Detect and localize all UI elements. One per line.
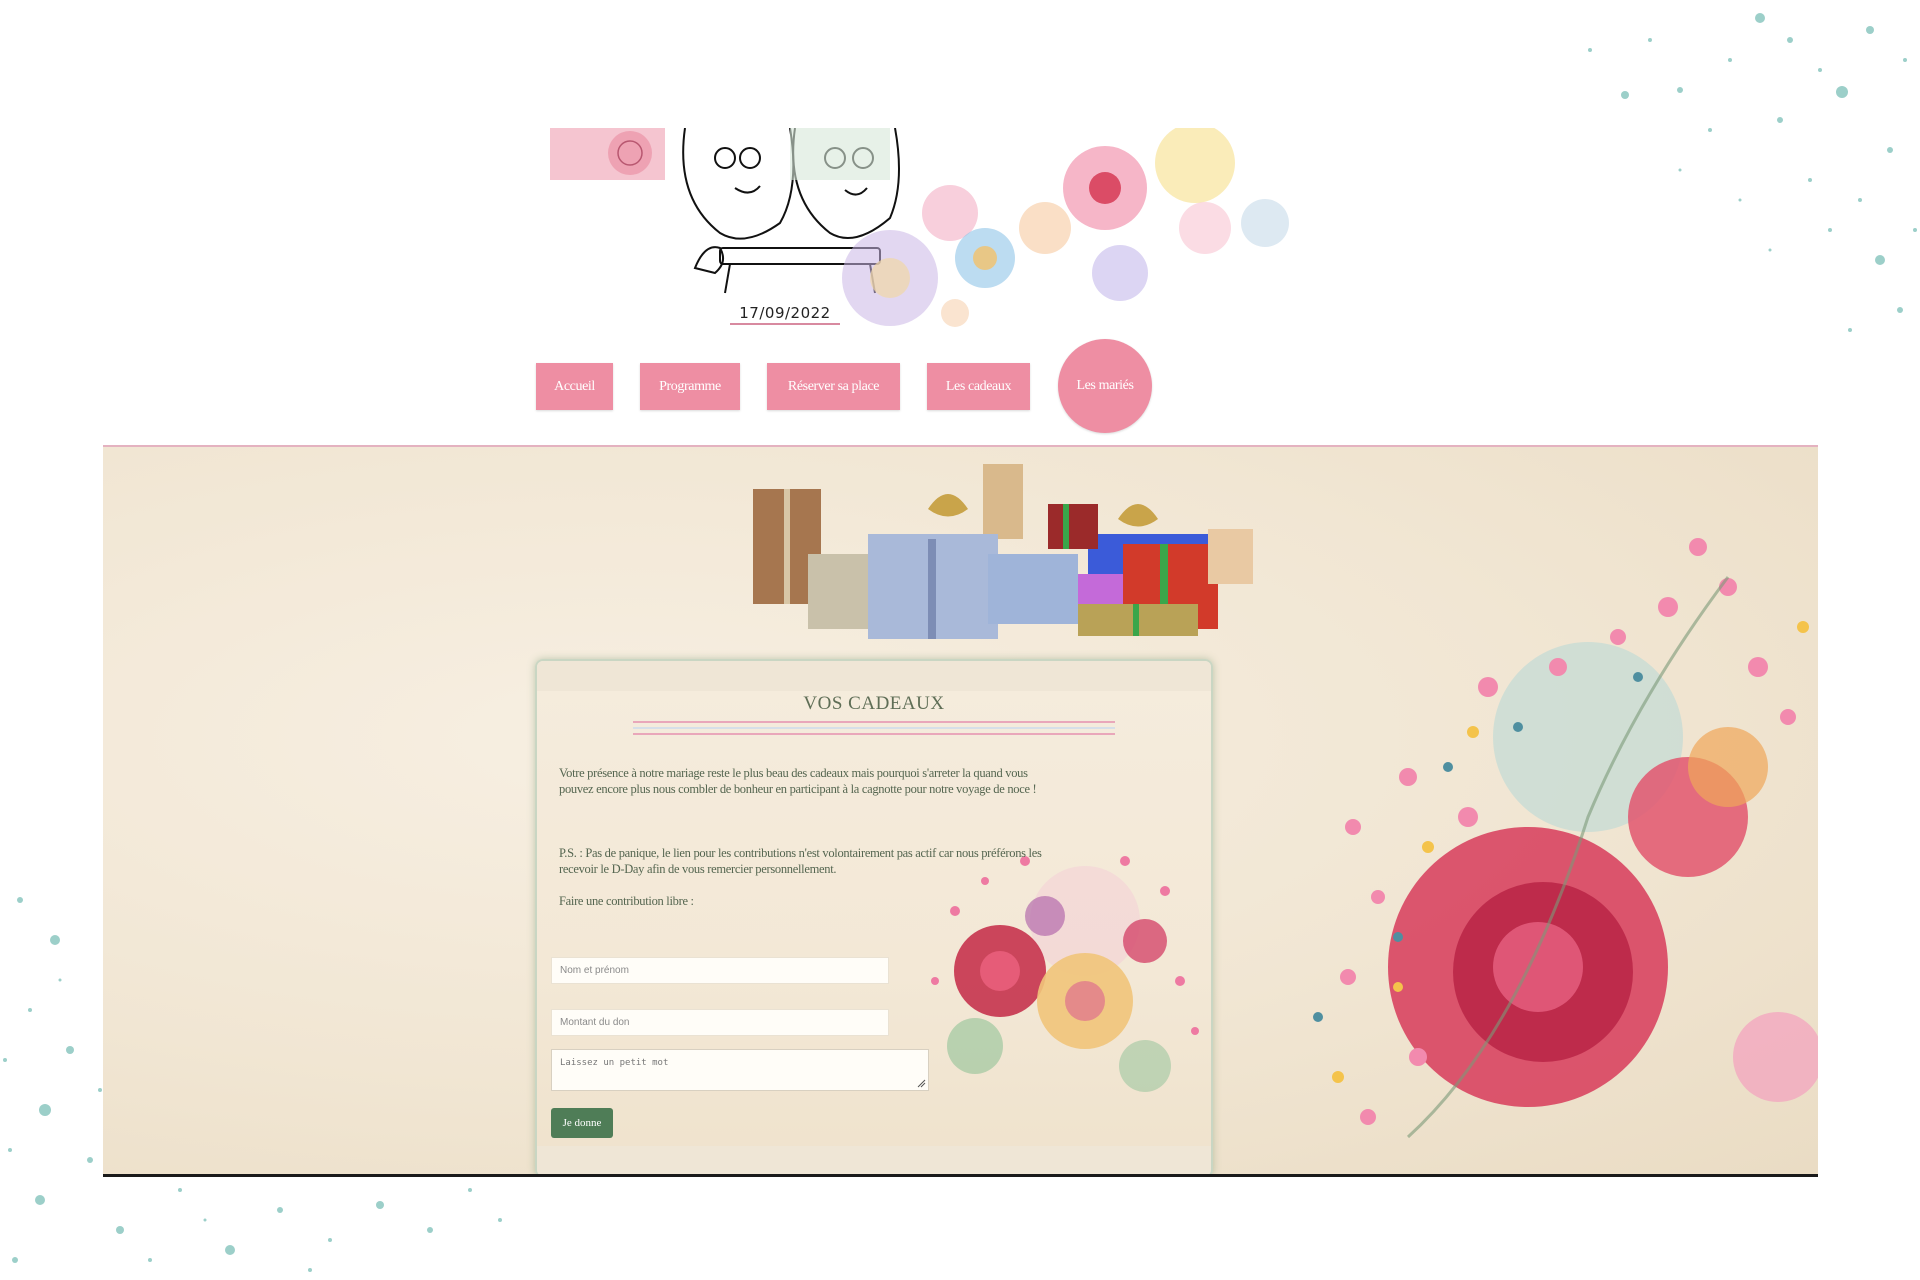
nav-item-maries[interactable]: Les mariés — [1058, 339, 1152, 433]
gifts-ps-text: P.S. : Pas de panique, le lien pour les … — [559, 846, 1042, 876]
gifts-card: VOS CADEAUX Votre présence à notre maria… — [535, 659, 1213, 1174]
nav-item-reserver[interactable]: Réserver sa place — [767, 363, 900, 410]
title-divider — [633, 727, 1115, 729]
header-illustration — [550, 128, 1289, 327]
message-placeholder: Laissez un petit mot — [560, 1058, 669, 1068]
wedding-date: 17/09/2022 — [730, 304, 840, 325]
card-footer-band — [537, 1146, 1211, 1174]
resize-grip-icon[interactable] — [916, 1078, 926, 1088]
nav-item-accueil[interactable]: Accueil — [536, 363, 613, 410]
message-textarea[interactable]: Laissez un petit mot — [551, 1049, 929, 1091]
section-title: VOS CADEAUX — [803, 693, 945, 714]
gifts-intro-text: Votre présence à notre mariage reste le … — [559, 766, 1037, 796]
nav-item-programme[interactable]: Programme — [640, 363, 740, 410]
gifts-section: VOS CADEAUX Votre présence à notre maria… — [103, 445, 1818, 1177]
rose-watercolor-decoration — [1313, 538, 1818, 1139]
amount-field-placeholder: Montant du don — [560, 1017, 630, 1028]
speckle-decoration-top-right — [1588, 13, 1917, 332]
name-field-placeholder: Nom et prénom — [560, 965, 629, 976]
amount-field[interactable]: Montant du don — [551, 1009, 889, 1036]
contribution-label: Faire une contribution libre : — [559, 894, 694, 908]
title-divider — [633, 733, 1115, 735]
name-field[interactable]: Nom et prénom — [551, 957, 889, 984]
gift-boxes-illustration — [753, 464, 1253, 639]
nav-item-cadeaux[interactable]: Les cadeaux — [927, 363, 1030, 410]
donate-button[interactable]: Je donne — [551, 1108, 613, 1138]
card-header-band — [537, 661, 1211, 691]
title-divider — [633, 721, 1115, 723]
